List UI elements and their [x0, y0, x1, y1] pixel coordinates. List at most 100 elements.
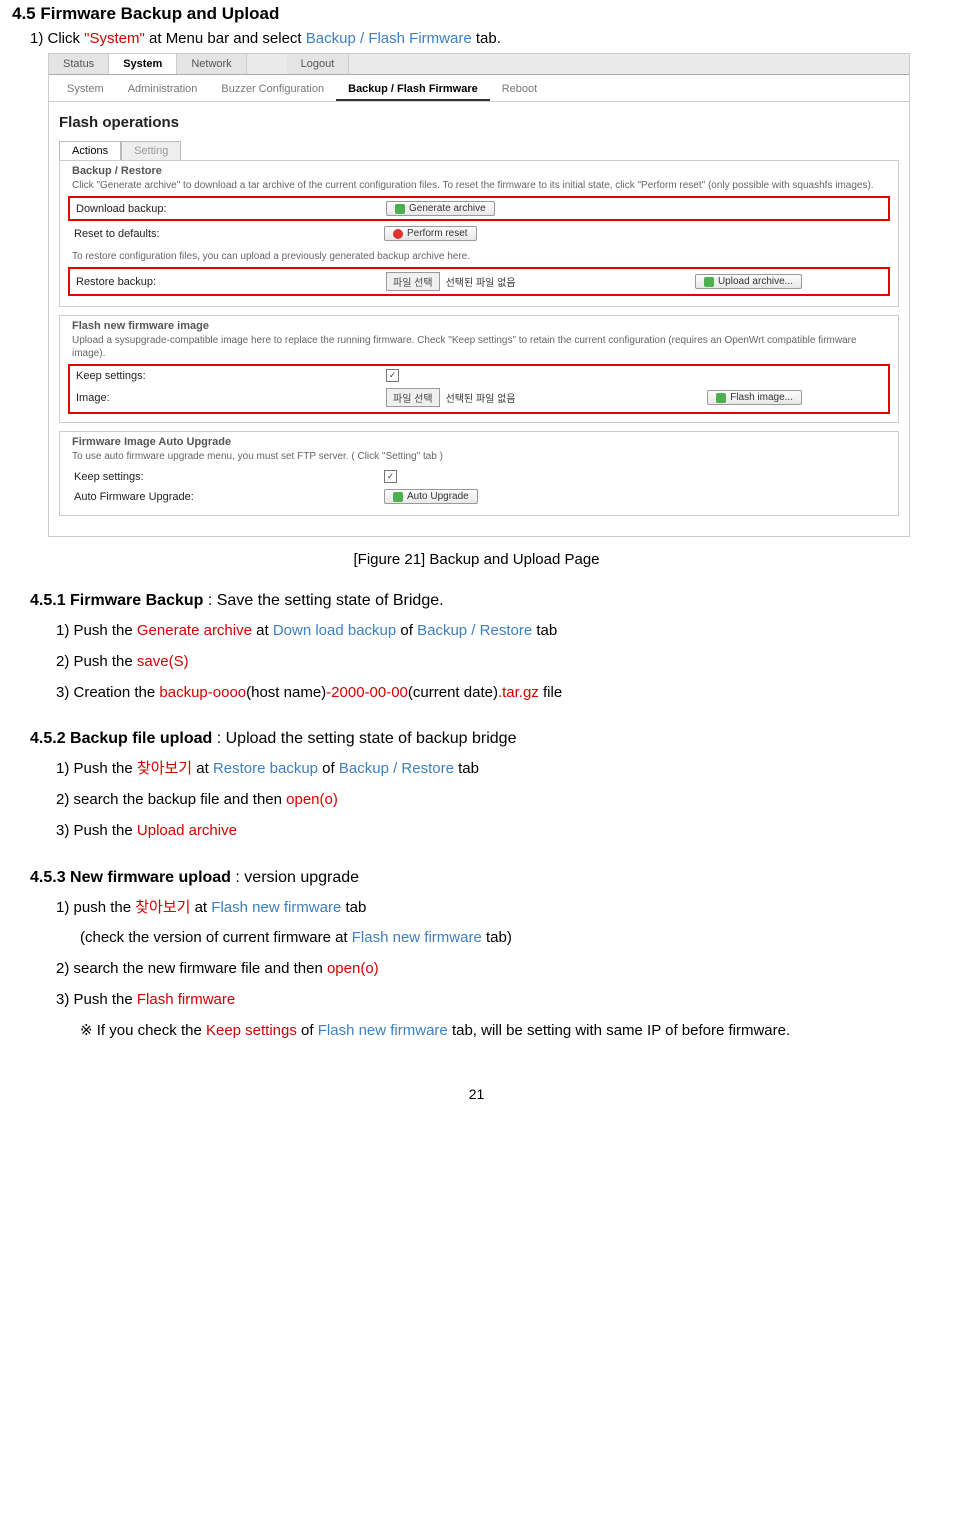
tab-logout[interactable]: Logout [287, 54, 350, 74]
t: ※ If you check the [80, 1022, 206, 1039]
t: 3) Push the [56, 991, 137, 1008]
subsection-desc: : version upgrade [231, 869, 359, 886]
t: Backup / Restore [339, 760, 454, 777]
t: save(S) [137, 653, 189, 670]
main-tabs: Status System Network Logout [49, 54, 909, 75]
label-reset: Reset to defaults: [74, 228, 384, 240]
btn-label: Perform reset [407, 228, 468, 239]
step: 1) Push the 찾아보기 at Restore backup of Ba… [56, 754, 941, 785]
steps-453: 1) push the 찾아보기 at Flash new firmware t… [56, 893, 941, 1047]
fieldset-title: Flash new firmware image [72, 320, 890, 332]
step: 3) Push the Upload archive [56, 816, 941, 847]
t: 1) push the [56, 899, 135, 916]
subtab-reboot[interactable]: Reboot [490, 79, 549, 101]
perform-reset-button[interactable]: Perform reset [384, 226, 477, 241]
t: Down load backup [273, 622, 396, 639]
subsection-451: 4.5.1 Firmware Backup : Save the setting… [30, 592, 941, 610]
row-download-backup: Download backup: Generate archive [68, 196, 890, 221]
subtab-backup[interactable]: Backup / Flash Firmware [336, 79, 490, 101]
row-keep-settings-auto: Keep settings: ✓ [68, 467, 890, 486]
file-select-button[interactable]: 파일 선택 [386, 388, 440, 407]
t: file [539, 684, 562, 701]
inner-tabs: Actions Setting [59, 141, 899, 160]
tab-status[interactable]: Status [49, 54, 109, 74]
screenshot-figure: Status System Network Logout System Admi… [48, 53, 910, 537]
btn-label: Generate archive [409, 203, 486, 214]
t: (current date) [408, 684, 498, 701]
t: 찾아보기 [137, 760, 192, 777]
t: open(o) [327, 960, 379, 977]
subsection-452: 4.5.2 Backup file upload : Upload the se… [30, 730, 941, 748]
tab-system[interactable]: System [109, 54, 177, 74]
reset-icon [393, 229, 403, 239]
fieldset-flash-firmware: Flash new firmware image Upload a sysupg… [59, 315, 899, 423]
subsection-desc: : Upload the setting state of backup bri… [212, 730, 516, 747]
t: 2) search the backup file and then [56, 791, 286, 808]
t: tab [532, 622, 557, 639]
t: at [252, 622, 273, 639]
t: 1) Push the [56, 622, 137, 639]
t: Flash firmware [137, 991, 235, 1008]
t: tab) [482, 929, 512, 946]
flash-icon [716, 393, 726, 403]
label-keep-settings: Keep settings: [76, 370, 386, 382]
label-image: Image: [76, 392, 386, 404]
generate-archive-button[interactable]: Generate archive [386, 201, 495, 216]
tab-network[interactable]: Network [177, 54, 246, 74]
row-reset: Reset to defaults: Perform reset [68, 223, 890, 244]
subsection-number: 4.5.2 Backup file upload [30, 730, 212, 747]
fieldset-backup-restore: Backup / Restore Click "Generate archive… [59, 160, 899, 307]
t: at [190, 899, 211, 916]
subtab-buzzer[interactable]: Buzzer Configuration [209, 79, 336, 101]
fieldset-desc: Click "Generate archive" to download a t… [72, 179, 890, 192]
t: open(o) [286, 791, 338, 808]
fieldset-auto-upgrade: Firmware Image Auto Upgrade To use auto … [59, 431, 899, 516]
flash-image-button[interactable]: Flash image... [707, 390, 802, 405]
inner-tab-actions[interactable]: Actions [59, 141, 121, 160]
label-auto-upgrade: Auto Firmware Upgrade: [74, 491, 384, 503]
subsection-desc: : Save the setting state of Bridge. [203, 592, 443, 609]
row-auto-upgrade: Auto Firmware Upgrade: Auto Upgrade [68, 486, 890, 507]
intro-text: 1) Click [30, 30, 84, 47]
subsection-number: 4.5.3 New firmware upload [30, 869, 231, 886]
subsection-453: 4.5.3 New firmware upload : version upgr… [30, 869, 941, 887]
screenshot-body: Flash operations Actions Setting Backup … [49, 102, 909, 536]
t: Keep settings [206, 1022, 297, 1039]
section-title: 4.5 Firmware Backup and Upload [12, 4, 941, 24]
keep-settings-checkbox[interactable]: ✓ [384, 470, 397, 483]
file-status-text: 선택된 파일 없음 [446, 390, 516, 405]
step-note: ※ If you check the Keep settings of Flas… [80, 1016, 941, 1047]
keep-settings-checkbox[interactable]: ✓ [386, 369, 399, 382]
auto-upgrade-button[interactable]: Auto Upgrade [384, 489, 478, 504]
t: 3) Push the [56, 822, 137, 839]
label-keep-settings: Keep settings: [74, 471, 384, 483]
intro-system: "System" [84, 30, 145, 47]
t: Generate archive [137, 622, 252, 639]
subtab-system[interactable]: System [55, 79, 116, 101]
t: Restore backup [213, 760, 318, 777]
subtab-admin[interactable]: Administration [116, 79, 210, 101]
file-select-button[interactable]: 파일 선택 [386, 272, 440, 291]
fieldset-desc: Upload a sysupgrade-compatible image her… [72, 334, 890, 360]
t: of [318, 760, 339, 777]
intro-text: at Menu bar and select [145, 30, 306, 47]
btn-label: Flash image... [730, 392, 793, 403]
inner-tab-setting[interactable]: Setting [121, 141, 181, 160]
btn-label: Upload archive... [718, 276, 793, 287]
t: Upload archive [137, 822, 237, 839]
figure-caption: [Figure 21] Backup and Upload Page [12, 551, 941, 568]
upload-archive-button[interactable]: Upload archive... [695, 274, 802, 289]
t: Flash new firmware [352, 929, 482, 946]
t: .tar.gz [498, 684, 539, 701]
intro-text: tab. [472, 30, 501, 47]
intro-line: 1) Click "System" at Menu bar and select… [30, 30, 941, 47]
subsection-number: 4.5.1 Firmware Backup [30, 592, 203, 609]
upgrade-icon [393, 492, 403, 502]
t: at [192, 760, 213, 777]
t: Backup / Restore [417, 622, 532, 639]
fieldset-title: Firmware Image Auto Upgrade [72, 436, 890, 448]
t: of [396, 622, 417, 639]
t: 2) search the new firmware file and then [56, 960, 327, 977]
step: 3) Creation the backup-oooo(host name)-2… [56, 678, 941, 709]
step-note: (check the version of current firmware a… [80, 923, 941, 954]
